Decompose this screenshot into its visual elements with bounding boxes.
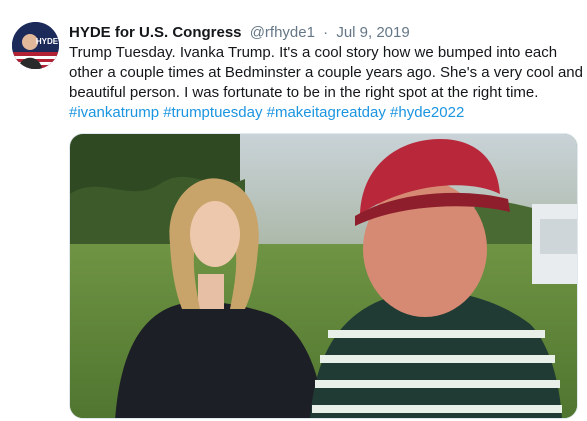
user-handle[interactable]: @rfhyde1 bbox=[250, 24, 315, 41]
hashtag-list: #ivankatrump #trumptuesday #makeitagreat… bbox=[69, 103, 581, 123]
selfie-photo-illustration bbox=[70, 134, 577, 418]
avatar[interactable]: HYDE bbox=[12, 22, 59, 69]
tweet-photo[interactable] bbox=[69, 133, 578, 419]
hashtag-link[interactable]: #trumptuesday bbox=[163, 104, 262, 121]
hashtag-link[interactable]: #hyde2022 bbox=[390, 104, 464, 121]
tweet-date[interactable]: Jul 9, 2019 bbox=[336, 24, 409, 41]
avatar-text: HYDE bbox=[36, 37, 59, 46]
hashtag-link[interactable]: #makeitagreatday bbox=[267, 104, 386, 121]
display-name[interactable]: HYDE for U.S. Congress bbox=[69, 24, 242, 41]
avatar-image: HYDE bbox=[12, 22, 59, 69]
tweet-text-line: Trump Tuesday. Ivanka Trump. It's a cool… bbox=[69, 44, 558, 61]
tweet-card[interactable]: HYDE HYDE for U.S. Congress @rfhyde1 · J… bbox=[0, 0, 587, 421]
separator-dot: · bbox=[323, 24, 329, 41]
hashtag-link[interactable]: #ivankatrump bbox=[69, 104, 159, 121]
tweet-text: Trump Tuesday. Ivanka Trump. It's a cool… bbox=[69, 43, 583, 123]
tweet-text-line: other a couple times at Bedminster a cou… bbox=[69, 64, 583, 81]
tweet-text-line: beautiful person. I was fortunate to be … bbox=[69, 84, 539, 101]
tweet-header: HYDE for U.S. Congress @rfhyde1 · Jul 9,… bbox=[69, 22, 579, 44]
